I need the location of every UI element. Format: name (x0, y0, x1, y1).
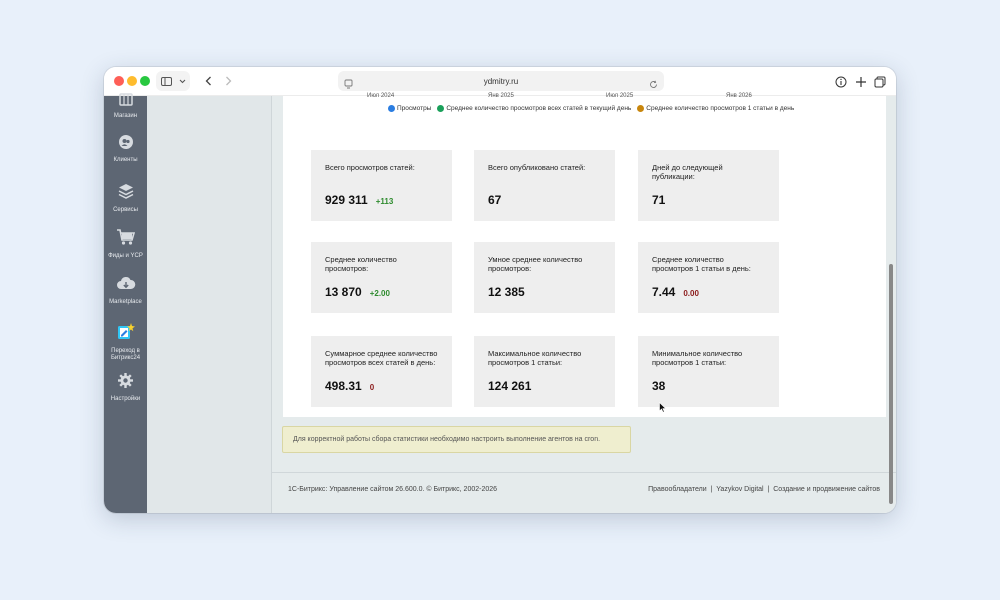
statistics-panel: Июл 2024 Янв 2025 Июл 2025 Янв 2026 Прос… (283, 93, 886, 417)
reload-icon[interactable] (649, 76, 658, 94)
footer-separator: | (765, 486, 772, 493)
sidebar-item-feeds[interactable]: Фиды и YCP (104, 228, 147, 260)
address-bar[interactable]: ydmitry.ru (338, 71, 664, 91)
url-text: ydmitry.ru (483, 76, 519, 86)
stat-card-smart-avg: Умное среднее количество просмотров: 12 … (474, 242, 615, 313)
stat-card-avg-per-article: Среднее количество просмотров 1 статьи в… (638, 242, 779, 313)
stat-value: 71 (652, 193, 666, 207)
stat-value: 12 385 (488, 285, 525, 299)
forward-icon[interactable] (218, 71, 238, 91)
new-tab-icon[interactable] (855, 75, 867, 93)
legend-item-avg-all[interactable]: Среднее количество просмотров всех стате… (437, 105, 631, 112)
nav-buttons (198, 71, 238, 91)
stat-value: 7.44 (652, 285, 676, 299)
browser-toolbar: ydmitry.ru (104, 67, 896, 96)
cron-warning-notice: Для корректной работы сбора статистики н… (282, 426, 631, 453)
sidebar-item-label: Клиенты (113, 157, 138, 163)
stat-delta: +113 (375, 197, 394, 206)
cart-icon (104, 228, 147, 251)
stat-card-max-views: Максимальное количество просмотров 1 ста… (474, 336, 615, 407)
sidebar-item-label: Переход в Битрикс24 (110, 348, 141, 361)
legend-label: Просмотры (397, 105, 432, 112)
x-tick-label: Июл 2024 (367, 93, 395, 99)
stat-card-sum-avg: Суммарное среднее количество просмотров … (311, 336, 452, 407)
privacy-report-icon[interactable] (835, 75, 847, 93)
maximize-window-button[interactable] (140, 76, 150, 86)
services-icon (104, 182, 147, 205)
footer-copyright: 1С-Битрикс: Управление сайтом 26.600.0. … (288, 486, 498, 493)
sidebar-item-bitrix24[interactable]: Переход в Битрикс24 (104, 322, 147, 362)
sidebar-item-label: Фиды и YCP (108, 253, 143, 259)
stat-card-avg-views: Среднее количество просмотров: 13 870 +2… (311, 242, 452, 313)
legend-swatch (437, 105, 445, 112)
footer-separator: | (708, 486, 715, 493)
bitrix24-icon (104, 322, 147, 346)
stat-label: Дней до следующей публикации: (652, 163, 723, 181)
sidebar-item-marketplace[interactable]: Marketplace (104, 276, 147, 306)
stat-value: 124 261 (488, 379, 532, 393)
legend-label: Среднее количество просмотров всех стате… (446, 105, 632, 112)
sidebar-toggle-icon[interactable] (156, 71, 176, 91)
x-tick-label: Июл 2025 (606, 93, 634, 99)
sidebar-item-settings[interactable]: Настройки (104, 372, 147, 403)
chevron-down-icon[interactable] (176, 79, 188, 84)
sidebar-item-clients[interactable]: Клиенты (104, 134, 147, 164)
stat-value: 67 (488, 193, 502, 207)
sidebar-item-label: Магазин (113, 113, 138, 119)
cloud-download-icon (104, 276, 147, 297)
vertical-scrollbar[interactable] (889, 264, 893, 504)
stat-card-total-views: Всего просмотров статей: 929 311 +113 (311, 150, 452, 221)
stat-label: Умное среднее количество просмотров: (488, 255, 583, 273)
tab-overview-icon[interactable] (874, 75, 886, 93)
gear-icon (104, 372, 147, 394)
stat-label: Среднее количество просмотров: (325, 255, 397, 273)
clients-icon (104, 134, 147, 155)
x-tick-label: Янв 2025 (488, 93, 514, 99)
minimize-window-button[interactable] (127, 76, 137, 86)
footer-divider (272, 472, 896, 473)
mouse-cursor-icon (659, 400, 667, 418)
stat-delta: 0.00 (683, 289, 699, 298)
footer-link-site-development[interactable]: Создание и продвижение сайтов (773, 486, 880, 493)
stat-label: Всего просмотров статей: (325, 163, 415, 172)
sidebar-item-services[interactable]: Сервисы (104, 182, 147, 214)
admin-sidebar: Магазин Клиенты Сервисы Фиды и YCP Marke… (104, 93, 147, 513)
sidebar-item-shop[interactable]: Магазин (104, 92, 147, 120)
secondary-menu-panel (147, 96, 272, 513)
stat-card-min-views: Минимальное количество просмотров 1 стат… (638, 336, 779, 407)
footer-links: Правообладатели | Yazykov Digital | Созд… (648, 486, 880, 493)
chart-legend: Просмотры Среднее количество просмотров … (388, 105, 794, 112)
x-tick-label: Янв 2026 (726, 93, 752, 99)
stat-card-total-published: Всего опубликовано статей: 67 (474, 150, 615, 221)
main-content: Июл 2024 Янв 2025 Июл 2025 Янв 2026 Прос… (272, 93, 896, 513)
stat-card-days-to-next: Дней до следующей публикации: 71 (638, 150, 779, 221)
stat-label: Суммарное среднее количество просмотров … (325, 349, 438, 367)
stat-value: 38 (652, 379, 666, 393)
browser-window: ydmitry.ru Магазин Клиенты Сервисы Фиды … (104, 67, 896, 513)
close-window-button[interactable] (114, 76, 124, 86)
legend-item-views[interactable]: Просмотры (388, 105, 431, 112)
sidebar-item-label: Настройки (110, 396, 141, 402)
sidebar-item-label: Marketplace (109, 299, 142, 305)
stat-label: Всего опубликовано статей: (488, 163, 586, 172)
shop-icon (104, 92, 147, 111)
stat-label: Максимальное количество просмотров 1 ста… (488, 349, 582, 367)
legend-swatch (637, 105, 645, 112)
stat-delta: 0 (369, 383, 375, 392)
stat-label: Минимальное количество просмотров 1 стат… (652, 349, 743, 367)
legend-label: Среднее количество просмотров 1 статьи в… (646, 105, 795, 112)
footer-link-copyright-holders[interactable]: Правообладатели (648, 486, 707, 493)
stat-label: Среднее количество просмотров 1 статьи в… (652, 255, 751, 273)
legend-item-avg-one[interactable]: Среднее количество просмотров 1 статьи в… (637, 105, 794, 112)
stat-value: 498.31 (325, 379, 362, 393)
stat-value: 929 311 (325, 193, 368, 207)
page-settings-icon[interactable] (344, 76, 353, 94)
back-icon[interactable] (198, 71, 218, 91)
stat-value: 13 870 (325, 285, 362, 299)
sidebar-item-label: Сервисы (113, 207, 138, 213)
footer-link-yazykov[interactable]: Yazykov Digital (716, 486, 763, 493)
legend-swatch (388, 105, 395, 112)
stat-delta: +2.00 (369, 289, 390, 298)
sidebar-toggle-group[interactable] (156, 71, 190, 91)
